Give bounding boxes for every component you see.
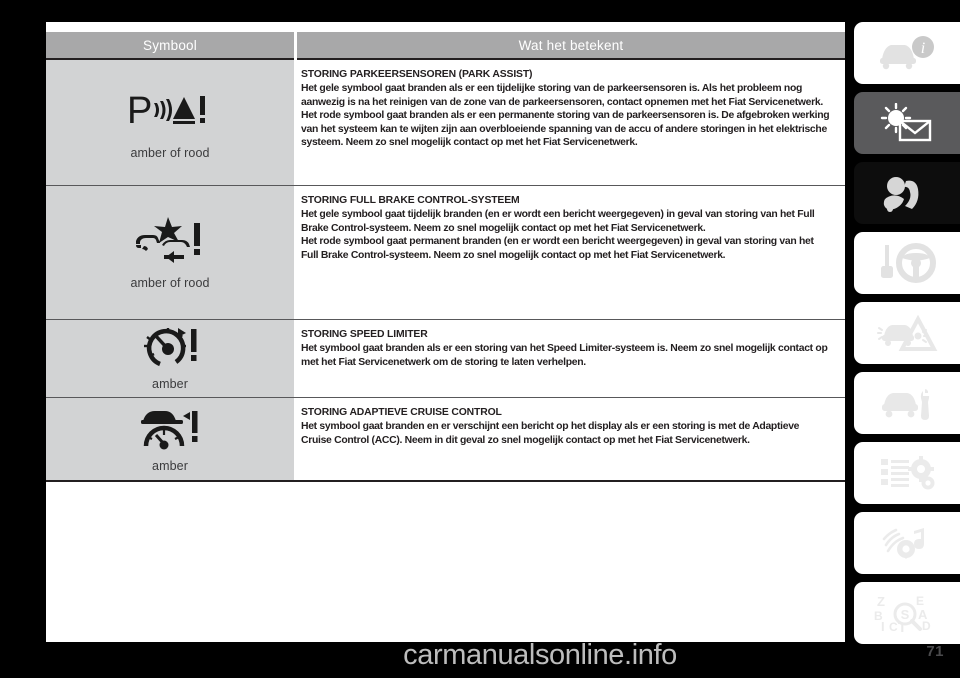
car-info-tab[interactable]: i [854,22,960,84]
meaning-cell: STORING ADAPTIEVE CRUISE CONTROL Het sym… [297,398,845,480]
symbol-color-label: amber of rood [130,276,210,290]
meaning-cell: STORING SPEED LIMITER Het symbool gaat b… [297,320,845,397]
table-row: amber STORING SPEED LIMITER Het symbool … [46,320,845,398]
meaning-paragraph: Het gele symbool gaat branden als er een… [301,83,823,108]
full-brake-control-warning-icon [132,213,208,267]
audio-note-icon [882,528,924,559]
table-row: P amber of rood STORING PARKEERSENSOREN … [46,60,845,186]
alphabetical-index-icon: Z B I C T E A D S [874,594,931,633]
meaning-cell: STORING FULL BRAKE CONTROL-SYSTEEM Het g… [297,186,845,319]
adaptive-cruise-control-warning-icon [137,404,203,450]
svg-text:E: E [916,594,924,608]
starting-tab[interactable] [854,232,960,294]
meaning-cell: STORING PARKEERSENSOREN (PARK ASSIST) He… [297,60,845,185]
svg-text:P: P [127,90,152,131]
symbol-cell: amber of rood [46,186,294,319]
meaning-paragraph: Het rode symbool gaat branden als er een… [301,110,830,149]
svg-text:Z: Z [877,594,885,609]
meaning-paragraph: Het symbool gaat branden als er een stor… [301,343,828,368]
index-tab[interactable]: Z B I C T E A D S [854,582,960,644]
table-header-row: Symbool Wat het betekent [46,32,845,60]
symbol-table: Symbool Wat het betekent P amber of rood… [46,32,845,482]
symbol-cell: amber [46,398,294,480]
meaning-title: STORING SPEED LIMITER [301,329,428,340]
symbol-color-label: amber [152,377,188,391]
car-hazard-icon [877,314,938,351]
key-steering-icon [881,243,936,283]
column-header-symbol: Symbool [46,32,294,60]
column-header-meaning: Wat het betekent [297,32,845,60]
speed-limiter-warning-icon [138,324,202,368]
meaning-paragraph: Het rode symbool gaat permanent branden … [301,236,814,261]
meaning-paragraph: Het symbool gaat branden en er verschijn… [301,421,800,446]
svg-text:D: D [922,619,931,633]
page-top-margin [0,0,960,22]
maintenance-tab[interactable] [854,372,960,434]
table-row: amber STORING ADAPTIEVE CRUISE CONTROL H… [46,398,845,482]
car-info-icon: i [880,36,934,70]
multimedia-tab[interactable] [854,512,960,574]
svg-text:i: i [921,40,925,57]
manual-page: Symbool Wat het betekent P amber of rood… [0,0,960,678]
sun-envelope-icon [880,103,932,142]
airbag-child-icon [883,177,919,212]
meaning-paragraph: Het gele symbool gaat tijdelijk branden … [301,209,815,234]
car-wrench-icon [882,389,930,420]
dashboard-tab[interactable] [854,92,960,154]
symbol-cell: P amber of rood [46,60,294,185]
specs-tab[interactable] [854,442,960,504]
meaning-title: STORING ADAPTIEVE CRUISE CONTROL [301,407,502,418]
parking-sensor-warning-icon: P [127,83,213,137]
symbol-cell: amber [46,320,294,397]
safety-tab[interactable] [854,162,960,224]
watermark: carmanualsonline.info [403,639,677,671]
page-left-margin [0,0,46,678]
symbol-color-label: amber of rood [130,146,210,160]
table-row: amber of rood STORING FULL BRAKE CONTROL… [46,186,845,320]
list-gear-icon [881,456,935,490]
svg-text:C: C [889,620,898,633]
section-tabs-sidebar: i Z B I C T E A D S [854,22,960,652]
emergency-tab[interactable] [854,302,960,364]
svg-text:S: S [901,607,910,622]
svg-text:I: I [881,619,885,633]
meaning-title: STORING FULL BRAKE CONTROL-SYSTEEM [301,195,520,206]
symbol-color-label: amber [152,458,188,473]
meaning-title: STORING PARKEERSENSOREN (PARK ASSIST) [301,69,533,80]
